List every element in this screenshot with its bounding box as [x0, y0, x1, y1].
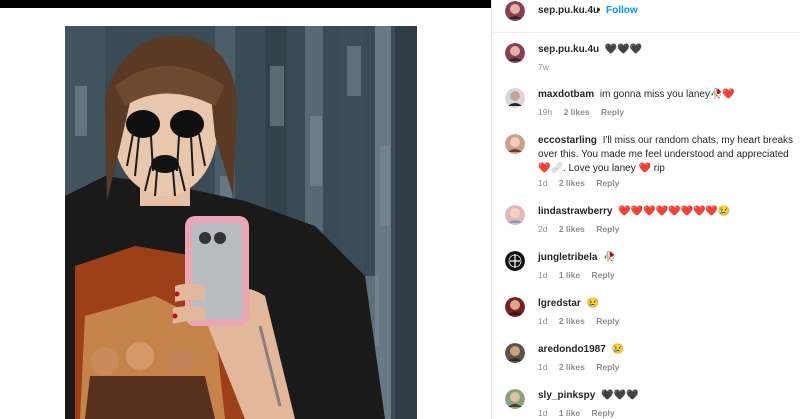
comment-body: 🖤🖤🖤 — [601, 390, 639, 401]
post-photo-illustration — [65, 26, 417, 419]
comment-meta: 1d 2 likes Reply — [538, 362, 628, 372]
comment-username[interactable]: maxdotbam — [538, 89, 594, 100]
comment-time[interactable]: 1d — [538, 270, 547, 280]
comment-likes[interactable]: 1 like — [559, 408, 580, 418]
comment-time[interactable]: 1d — [538, 178, 547, 188]
comment-username[interactable]: jungletribela — [538, 252, 597, 263]
comment-text: sly_pinkspy 🖤🖤🖤 — [538, 389, 796, 403]
comment-text: eccostarling I'll miss our random chats,… — [538, 134, 796, 176]
comment-time[interactable]: 1d — [538, 362, 547, 372]
comment-time[interactable]: 19h — [538, 107, 552, 117]
commenter-avatar[interactable] — [505, 88, 525, 108]
reply-button[interactable]: Reply — [601, 107, 624, 117]
comment-username[interactable]: lindastrawberry — [538, 206, 612, 217]
reply-button[interactable]: Reply — [596, 316, 619, 326]
comment-meta: 1d 2 likes Reply — [538, 316, 628, 326]
comment-likes[interactable]: 2 likes — [559, 178, 585, 188]
comment-username[interactable]: eccostarling — [538, 135, 597, 146]
commenter-avatar[interactable] — [505, 205, 525, 225]
commenter-avatar[interactable] — [505, 389, 525, 409]
commenter-avatar[interactable] — [505, 297, 525, 317]
commenter-avatar[interactable] — [505, 134, 525, 154]
comment-username[interactable]: lgredstar — [538, 298, 581, 309]
commenter-avatar[interactable] — [505, 343, 525, 363]
reply-button[interactable]: Reply — [596, 362, 619, 372]
profile-avatar[interactable] — [505, 1, 525, 21]
comment-meta: 2d 2 likes Reply — [538, 224, 628, 234]
follow-button[interactable]: Follow — [606, 5, 638, 16]
comment-meta: 1d 1 like Reply — [538, 408, 624, 418]
comment-text: lgredstar 😢 — [538, 297, 796, 311]
comment-text: lindastrawberry ❤️❤️❤️❤️❤️❤️❤️❤️😢 — [538, 205, 796, 219]
comment-body: 😢 — [611, 344, 625, 355]
comment-time[interactable]: 1d — [538, 316, 547, 326]
header-username[interactable]: sep.pu.ku.4u — [538, 5, 599, 16]
top-black-bar — [0, 0, 491, 8]
caption-time[interactable]: 7w — [538, 62, 549, 72]
caption-text: sep.pu.ku.4u 🖤🖤🖤 — [538, 43, 796, 57]
commenter-avatar[interactable] — [505, 251, 525, 271]
reply-button[interactable]: Reply — [592, 270, 615, 280]
comment-username[interactable]: sly_pinkspy — [538, 390, 595, 401]
caption-avatar[interactable] — [505, 43, 525, 63]
comment-username[interactable]: aredondo1987 — [538, 344, 606, 355]
post-photo[interactable] — [65, 26, 417, 419]
comment-text: aredondo1987 😢 — [538, 343, 796, 357]
post-header: sep.pu.ku.4u • Follow — [492, 0, 800, 33]
comment-likes[interactable]: 2 likes — [564, 107, 590, 117]
comments-panel: sep.pu.ku.4u • Follow sep.pu.ku.4u 🖤🖤🖤 7… — [491, 0, 800, 419]
comment-meta: 1d 1 like Reply — [538, 270, 624, 280]
comment-likes[interactable]: 2 likes — [559, 316, 585, 326]
comment-time[interactable]: 2d — [538, 224, 547, 234]
comment-likes[interactable]: 2 likes — [559, 224, 585, 234]
comment-body: ❤️❤️❤️❤️❤️❤️❤️❤️😢 — [618, 206, 731, 217]
comment-body: 🥀 — [603, 252, 616, 263]
comment-likes[interactable]: 2 likes — [559, 362, 585, 372]
caption-meta: 7w — [538, 62, 558, 72]
caption-body: 🖤🖤🖤 — [604, 44, 643, 55]
comment-body: 😢 — [586, 298, 600, 309]
comment-time[interactable]: 1d — [538, 408, 547, 418]
comment-meta: 1d 2 likes Reply — [538, 178, 628, 188]
comment-text: jungletribela 🥀 — [538, 251, 796, 265]
reply-button[interactable]: Reply — [592, 408, 615, 418]
comment-likes[interactable]: 1 like — [559, 270, 580, 280]
reply-button[interactable]: Reply — [596, 178, 619, 188]
comment-body: im gonna miss you laney🥀❤️ — [599, 89, 735, 100]
reply-button[interactable]: Reply — [596, 224, 619, 234]
caption-username[interactable]: sep.pu.ku.4u — [538, 44, 599, 55]
comment-text: maxdotbam im gonna miss you laney🥀❤️ — [538, 88, 796, 102]
header-separator: • — [597, 5, 601, 16]
comment-meta: 19h 2 likes Reply — [538, 107, 633, 117]
